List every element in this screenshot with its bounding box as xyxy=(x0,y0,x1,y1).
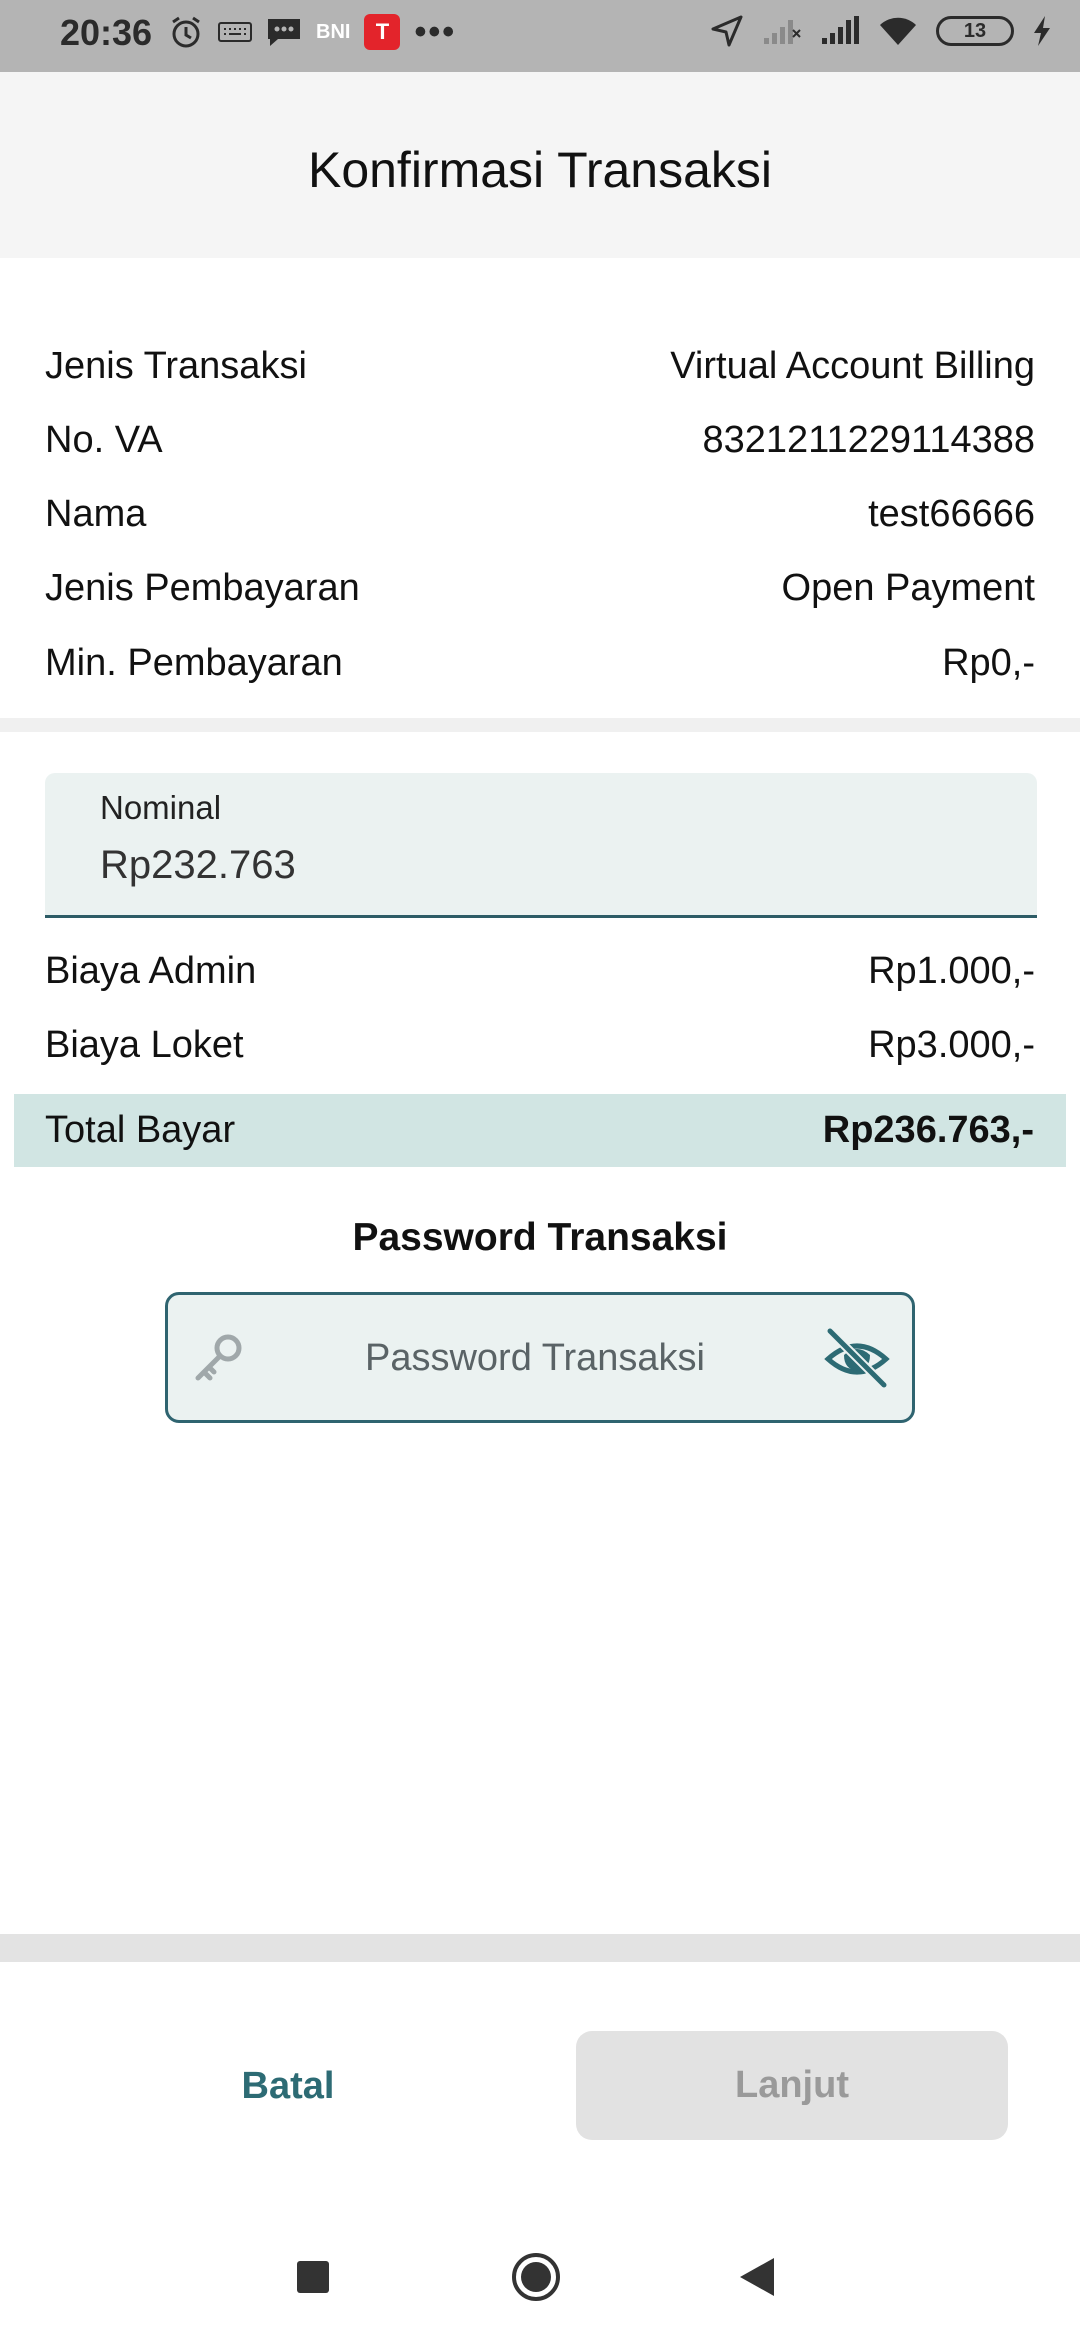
system-nav-bar xyxy=(0,2220,1080,2330)
status-right-icons: 13 xyxy=(710,14,1052,48)
total-row: Total Bayar Rp236.763,- xyxy=(14,1094,1066,1167)
password-title: Password Transaksi xyxy=(352,1216,728,1259)
page-header: Konfirmasi Transaksi xyxy=(0,72,1080,258)
section-divider xyxy=(0,718,1080,732)
detail-label: Jenis Transaksi xyxy=(45,344,307,387)
total-label: Total Bayar xyxy=(45,1109,236,1151)
nominal-field[interactable]: Nominal Rp232.763 xyxy=(45,773,1037,918)
detail-label: Nama xyxy=(45,492,147,535)
detail-value: test66666 xyxy=(868,492,1035,535)
detail-value: Open Payment xyxy=(781,566,1035,609)
fee-value: Rp1.000,- xyxy=(868,949,1035,992)
keyboard-icon xyxy=(218,22,252,42)
fee-row-counter: Biaya Loket Rp3.000,- xyxy=(45,1015,1035,1075)
page-title: Konfirmasi Transaksi xyxy=(307,142,773,198)
more-icon: ••• xyxy=(414,13,457,51)
cancel-button[interactable]: Batal xyxy=(150,2032,426,2140)
bottom-divider xyxy=(0,1934,1080,1962)
status-left-icons: BNI T ••• xyxy=(168,14,456,50)
status-bar: 20:36 BNI T ••• 13 xyxy=(0,0,1080,72)
detail-row-name: Nama test66666 xyxy=(45,484,1035,544)
detail-label: Min. Pembayaran xyxy=(45,641,343,684)
detail-label: No. VA xyxy=(45,418,163,461)
back-icon[interactable] xyxy=(738,2256,776,2298)
total-value: Rp236.763,- xyxy=(822,1109,1034,1151)
bni-icon: BNI xyxy=(316,20,351,43)
eye-off-icon[interactable] xyxy=(822,1325,892,1391)
wifi-icon xyxy=(880,17,916,45)
detail-row-payment-type: Jenis Pembayaran Open Payment xyxy=(45,558,1035,618)
detail-row-transaction-type: Jenis Transaksi Virtual Account Billing xyxy=(45,336,1035,396)
fee-value: Rp3.000,- xyxy=(868,1023,1035,1066)
next-button[interactable]: Lanjut xyxy=(576,2031,1008,2140)
detail-value: 8321211229114388 xyxy=(702,418,1036,461)
signal-1-icon xyxy=(764,20,801,44)
password-field[interactable] xyxy=(165,1292,915,1423)
detail-label: Jenis Pembayaran xyxy=(45,566,360,609)
signal-2-icon xyxy=(822,16,859,44)
status-time: 20:36 xyxy=(60,12,153,53)
nominal-label: Nominal xyxy=(100,789,222,826)
recents-icon[interactable] xyxy=(297,2261,329,2293)
battery-icon: 13 xyxy=(936,16,1014,46)
nominal-value[interactable]: Rp232.763 xyxy=(100,843,296,888)
alarm-icon xyxy=(172,16,200,48)
fee-row-admin: Biaya Admin Rp1.000,- xyxy=(45,941,1035,1001)
location-icon xyxy=(711,15,743,47)
fee-label: Biaya Admin xyxy=(45,949,257,992)
detail-row-va-number: No. VA 8321211229114388 xyxy=(45,410,1035,470)
key-icon xyxy=(195,1334,242,1381)
fee-label: Biaya Loket xyxy=(45,1023,244,1066)
detail-value: Rp0,- xyxy=(942,641,1035,684)
detail-row-min-payment: Min. Pembayaran Rp0,- xyxy=(45,633,1035,693)
detail-value: Virtual Account Billing xyxy=(670,344,1035,387)
home-icon[interactable] xyxy=(511,2252,561,2302)
battery-level: 13 xyxy=(963,19,987,42)
charging-icon xyxy=(1034,16,1050,46)
message-icon xyxy=(268,19,300,46)
transaction-details: Jenis Transaksi Virtual Account Billing … xyxy=(0,258,1080,718)
password-input[interactable] xyxy=(268,1325,802,1392)
t-app-icon: T xyxy=(364,14,401,50)
